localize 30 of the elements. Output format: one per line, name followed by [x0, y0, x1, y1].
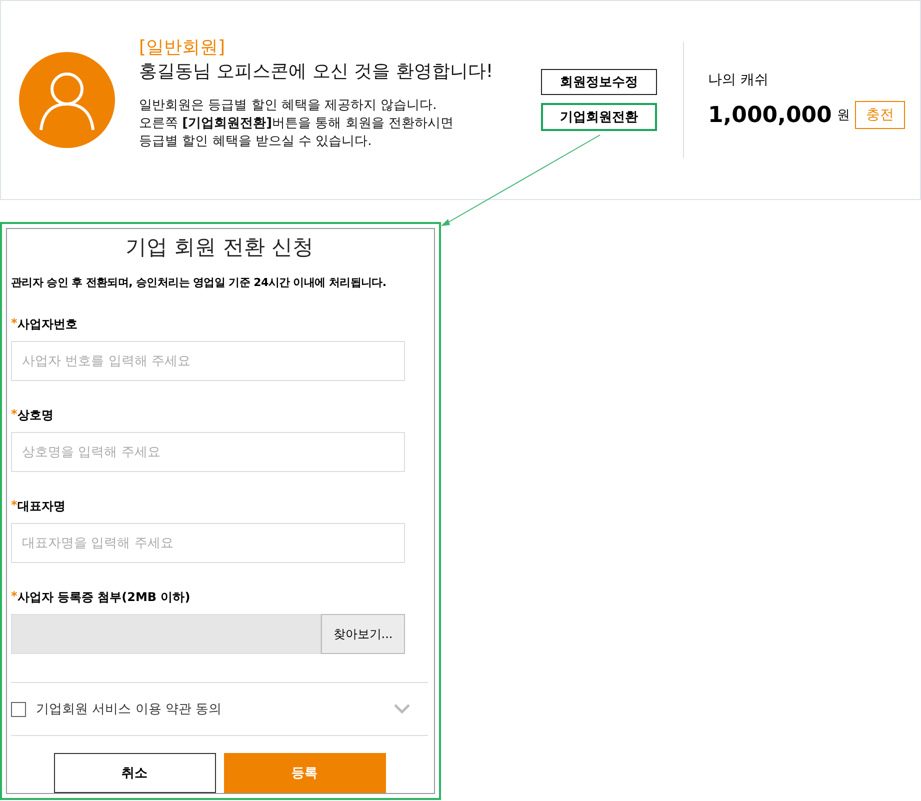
field-label: 사업자번호	[17, 316, 78, 333]
cash-label: 나의 캐쉬	[708, 71, 770, 89]
profile-button[interactable]: 기업회원전환	[541, 103, 657, 131]
notice-line: 일반회원은 등급별 할인 혜택을 제공하지 않습니다.	[139, 97, 438, 115]
field-label: 사업자 등록증 첨부(2MB 이하)	[17, 589, 190, 606]
required-mark: *	[11, 498, 18, 514]
cancel-button[interactable]: 취소	[54, 753, 216, 793]
profile-button[interactable]: 회원정보수정	[541, 69, 657, 95]
member-grade: [일반회원]	[139, 36, 226, 59]
required-mark: *	[11, 407, 18, 423]
browse-button[interactable]: 찾아보기...	[321, 614, 405, 654]
file-path-field[interactable]	[11, 614, 321, 654]
currency-unit: 원	[836, 107, 850, 124]
input-field[interactable]: 사업자 번호를 입력해 주세요	[11, 341, 405, 381]
input-field[interactable]: 대표자명을 입력해 주세요	[11, 523, 405, 563]
input-field[interactable]: 상호명을 입력해 주세요	[11, 432, 405, 472]
cash-amount: 1,000,000	[708, 102, 832, 128]
notice-line: 오른쪽 [기업회원전환]버튼을 통해 회원을 전환하시면	[139, 115, 454, 133]
agreement-label: 기업회원 서비스 이용 약관 동의	[36, 701, 223, 718]
checkbox[interactable]	[11, 702, 26, 716]
welcome-message: 홍길동님 오피스콘에 오신 것을 환영합니다!	[139, 60, 494, 83]
required-mark: *	[11, 316, 18, 332]
field-label: 상호명	[17, 407, 54, 424]
dialog-notice: 관리자 승인 후 전환되며, 승인처리는 영업일 기준 24시간 이내에 처리됩니다.	[11, 275, 388, 290]
chevron-down-icon[interactable]	[394, 704, 410, 714]
notice-line: 등급별 할인 혜택을 받으실 수 있습니다.	[139, 133, 373, 151]
field-label: 대표자명	[17, 498, 66, 515]
required-mark: *	[11, 589, 18, 605]
avatar-icon	[19, 52, 115, 148]
dialog-title: 기업 회원 전환 신청	[125, 234, 314, 261]
